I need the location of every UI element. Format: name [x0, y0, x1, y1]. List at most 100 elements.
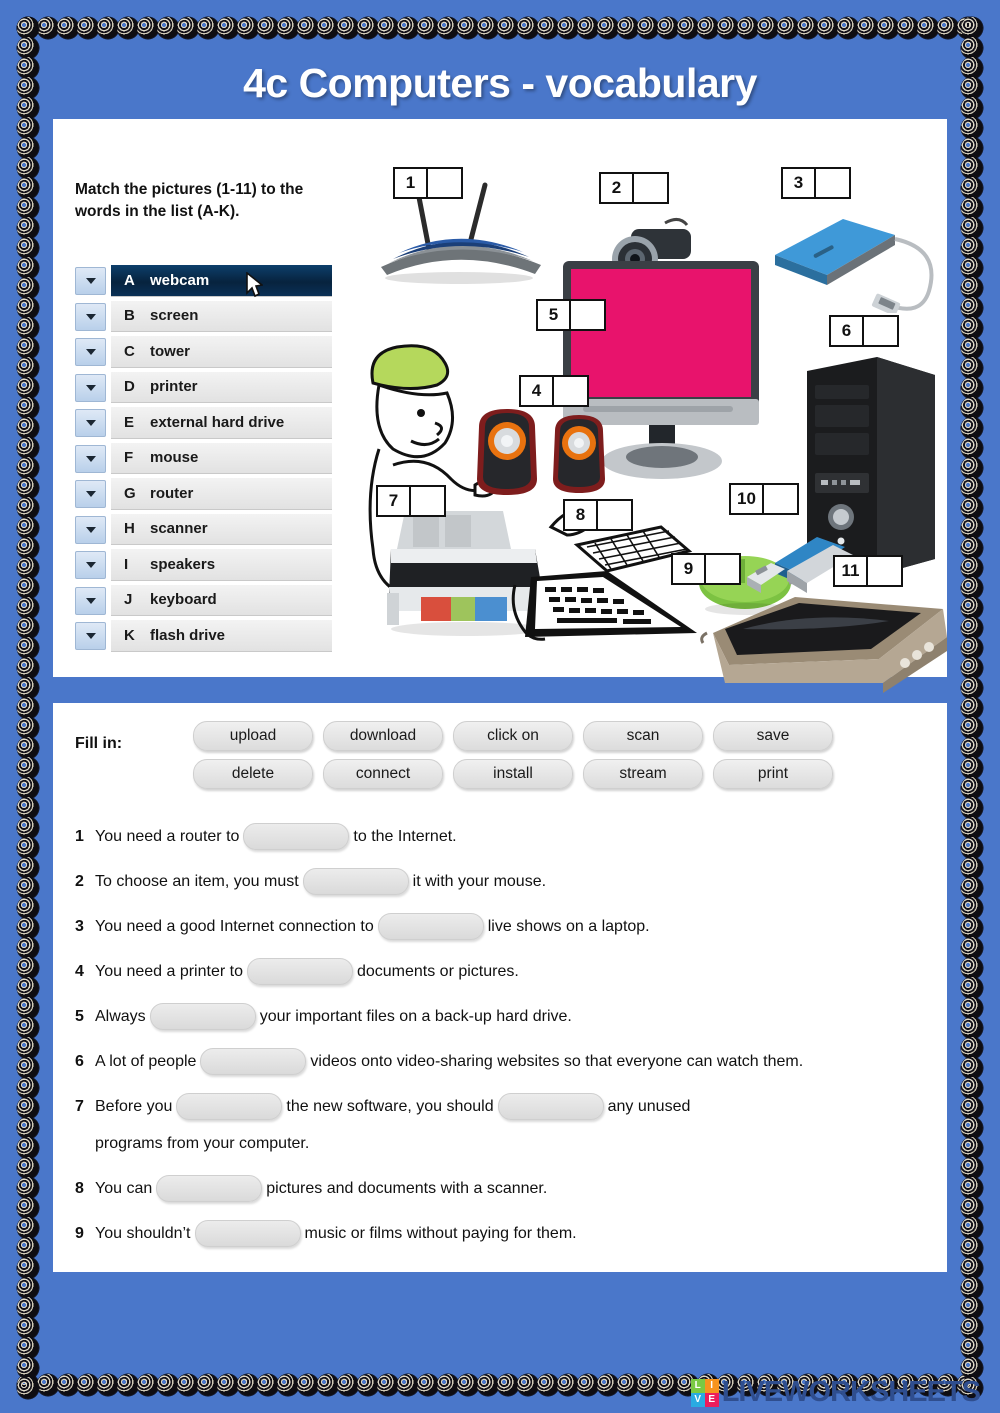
picture-box-10[interactable]: 10	[729, 483, 799, 515]
picture-box-4[interactable]: 4	[519, 375, 589, 407]
border-bead-icon	[961, 757, 983, 779]
word-list-row-b[interactable]: Bscreen	[75, 300, 332, 332]
border-bead-icon	[961, 197, 983, 219]
word-cell-e[interactable]: Eexternal hard drive	[111, 407, 332, 439]
word-bank-chip-scan[interactable]: scan	[583, 721, 703, 751]
word-bank-chip-save[interactable]: save	[713, 721, 833, 751]
border-bead-icon	[537, 1374, 559, 1396]
picture-box-11[interactable]: 11	[833, 555, 903, 587]
sentence-blank-input-1-1[interactable]	[243, 823, 350, 851]
picture-box-5[interactable]: 5	[536, 299, 606, 331]
picture-box-9[interactable]: 9	[671, 553, 741, 585]
page-title: 4c Computers - vocabulary	[243, 59, 757, 106]
word-list-row-i[interactable]: Ispeakers	[75, 549, 332, 581]
dropdown-button-b[interactable]	[75, 302, 106, 331]
picture-box-3[interactable]: 3	[781, 167, 851, 199]
border-bead-icon	[17, 497, 39, 519]
border-bead-icon	[961, 657, 983, 679]
word-list-row-e[interactable]: Eexternal hard drive	[75, 407, 332, 439]
dropdown-button-d[interactable]	[75, 373, 106, 402]
sentence-blank-input-9-1[interactable]	[194, 1220, 301, 1248]
word-bank-chip-install[interactable]: install	[453, 759, 573, 789]
picture-answer-input-10[interactable]	[763, 483, 799, 515]
word-bank-chip-stream[interactable]: stream	[583, 759, 703, 789]
sentence-blank-input-7-2[interactable]	[497, 1093, 604, 1121]
sentence-blank-input-3-1[interactable]	[377, 913, 484, 941]
sentence-blank-input-5-1[interactable]	[149, 1003, 256, 1031]
border-bead-icon	[17, 277, 39, 299]
border-bead-icon	[17, 1257, 39, 1279]
word-list-row-f[interactable]: Fmouse	[75, 442, 332, 474]
word-cell-i[interactable]: Ispeakers	[111, 549, 332, 581]
word-bank-chip-download[interactable]: download	[323, 721, 443, 751]
word-cell-f[interactable]: Fmouse	[111, 442, 332, 474]
picture-collage: 1 2 3 4 5 6 7 8 9 10 11	[341, 167, 947, 693]
word-cell-j[interactable]: Jkeyboard	[111, 584, 332, 616]
picture-answer-input-3[interactable]	[815, 167, 851, 199]
border-bead-icon	[357, 1374, 379, 1396]
picture-box-2[interactable]: 2	[599, 172, 669, 204]
dropdown-button-h[interactable]	[75, 515, 106, 544]
picture-answer-input-7[interactable]	[410, 485, 446, 517]
picture-answer-input-4[interactable]	[553, 375, 589, 407]
sentence-blank-input-4-1[interactable]	[246, 958, 353, 986]
word-cell-c[interactable]: Ctower	[111, 336, 332, 368]
sentence-blank-input-8-1[interactable]	[156, 1175, 263, 1203]
word-cell-d[interactable]: Dprinter	[111, 371, 332, 403]
border-bead-icon	[77, 1374, 99, 1396]
sentence-body: Always your important files on a back-up …	[95, 1003, 925, 1031]
dropdown-button-g[interactable]	[75, 480, 106, 508]
word-list-row-d[interactable]: Dprinter	[75, 371, 332, 403]
word-bank-chip-delete[interactable]: delete	[193, 759, 313, 789]
word-text: printer	[150, 378, 198, 396]
border-bead-icon	[17, 1057, 39, 1079]
border-bead-icon	[961, 1277, 983, 1299]
picture-box-8[interactable]: 8	[563, 499, 633, 531]
sentence-blank-input-6-1[interactable]	[200, 1048, 307, 1076]
picture-answer-input-5[interactable]	[570, 299, 606, 331]
sentence-blank-input-7-1[interactable]	[176, 1093, 283, 1121]
picture-box-1[interactable]: 1	[393, 167, 463, 199]
word-bank-chip-print[interactable]: print	[713, 759, 833, 789]
sentence-blank-input-2-1[interactable]	[302, 868, 409, 896]
picture-answer-input-6[interactable]	[863, 315, 899, 347]
picture-answer-input-8[interactable]	[597, 499, 633, 531]
dropdown-button-c[interactable]	[75, 338, 106, 366]
border-bead-icon	[17, 777, 39, 799]
word-bank-chip-click-on[interactable]: click on	[453, 721, 573, 751]
sentence-text-before: Before you	[95, 1098, 173, 1115]
word-list-row-c[interactable]: Ctower	[75, 336, 332, 368]
sentence-number: 4	[75, 963, 84, 980]
word-bank-chip-upload[interactable]: upload	[193, 721, 313, 751]
border-bead-icon	[57, 17, 79, 39]
dropdown-button-k[interactable]	[75, 622, 106, 650]
word-bank-chip-connect[interactable]: connect	[323, 759, 443, 789]
word-cell-k[interactable]: Kflash drive	[111, 620, 332, 652]
border-bead-icon	[17, 477, 39, 499]
picture-answer-input-9[interactable]	[705, 553, 741, 585]
word-list-row-a[interactable]: Awebcam	[75, 265, 332, 298]
picture-box-7[interactable]: 7	[376, 485, 446, 517]
dropdown-button-f[interactable]	[75, 444, 106, 473]
dropdown-button-e[interactable]	[75, 409, 106, 437]
word-cell-h[interactable]: Hscanner	[111, 513, 332, 545]
dropdown-button-i[interactable]	[75, 551, 106, 579]
border-bead-icon	[37, 17, 59, 39]
picture-answer-input-2[interactable]	[633, 172, 669, 204]
picture-answer-input-11[interactable]	[867, 555, 903, 587]
word-list-row-g[interactable]: Grouter	[75, 478, 332, 510]
border-bead-icon	[961, 517, 983, 539]
word-cell-a[interactable]: Awebcam	[111, 265, 332, 297]
border-bead-icon	[961, 1177, 983, 1199]
word-list-row-j[interactable]: Jkeyboard	[75, 584, 332, 616]
word-list-row-h[interactable]: Hscanner	[75, 513, 332, 545]
dropdown-button-a[interactable]	[75, 267, 106, 295]
border-bead-icon	[17, 237, 39, 259]
word-cell-b[interactable]: Bscreen	[111, 300, 332, 332]
picture-box-6[interactable]: 6	[829, 315, 899, 347]
dropdown-button-j[interactable]	[75, 586, 106, 615]
word-cell-g[interactable]: Grouter	[111, 478, 332, 510]
word-list-row-k[interactable]: Kflash drive	[75, 620, 332, 652]
picture-answer-input-1[interactable]	[427, 167, 463, 199]
sentence-1: 1 You need a router to to the Internet.	[75, 823, 925, 851]
